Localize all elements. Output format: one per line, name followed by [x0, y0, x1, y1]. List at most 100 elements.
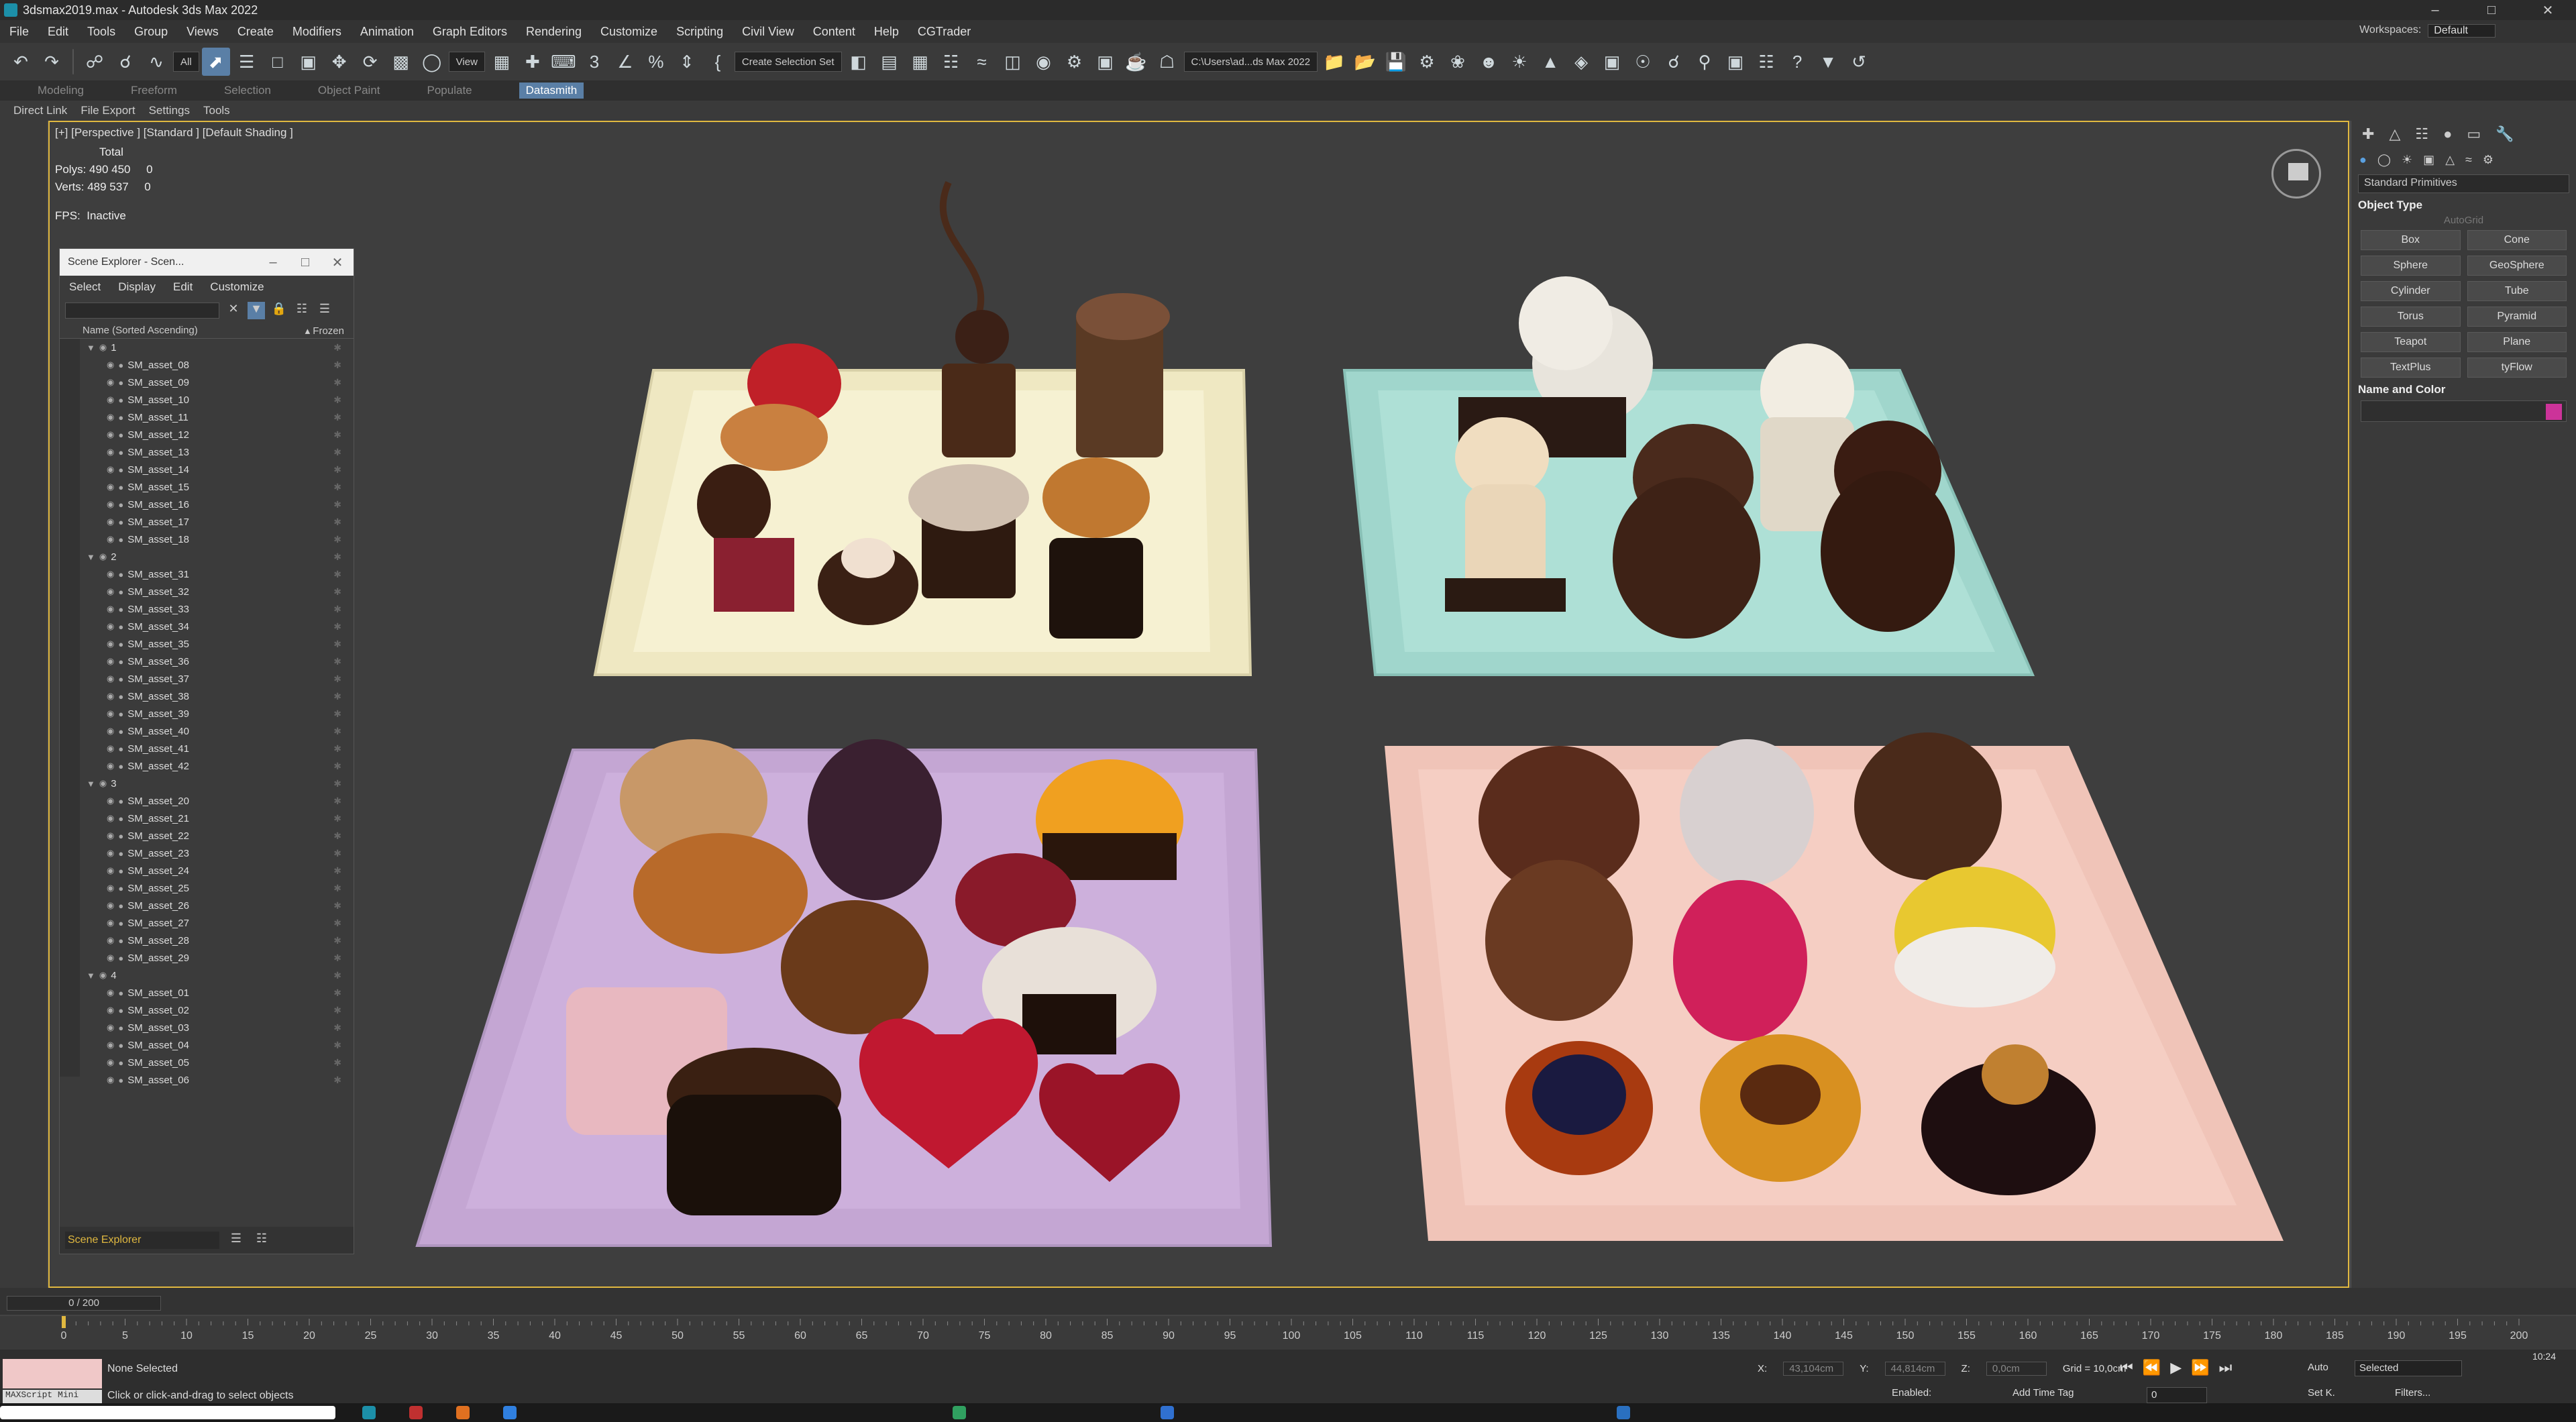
visibility-eye-icon[interactable]: ◉: [107, 952, 114, 963]
frozen-icon[interactable]: ✱: [333, 342, 341, 353]
cylinder-button[interactable]: Cylinder: [2361, 281, 2461, 301]
rendered-frame-icon[interactable]: ▣: [1091, 48, 1120, 76]
frozen-icon[interactable]: ✱: [333, 551, 341, 563]
visibility-eye-icon[interactable]: ◉: [99, 342, 107, 353]
frozen-icon[interactable]: ✱: [333, 691, 341, 702]
scene-explorer-titlebar[interactable]: Scene Explorer - Scen... – □ ✕: [60, 249, 354, 276]
visibility-eye-icon[interactable]: ◉: [107, 865, 114, 876]
scene-asset-row[interactable]: ◉ ● SM_asset_28 ✱: [60, 932, 354, 949]
frozen-icon[interactable]: ✱: [333, 761, 341, 772]
column-frozen-header[interactable]: ▴ Frozen: [305, 325, 344, 337]
teapot-button[interactable]: Teapot: [2361, 332, 2461, 352]
current-frame-field[interactable]: 0: [2147, 1387, 2207, 1403]
add-time-tag-button[interactable]: Add Time Tag: [2012, 1387, 2074, 1399]
scene-asset-row[interactable]: ◉ ● SM_asset_16 ✱: [60, 496, 354, 513]
menu-scripting[interactable]: Scripting: [667, 25, 733, 39]
curve-editor-icon[interactable]: ≈: [968, 48, 996, 76]
visibility-eye-icon[interactable]: ◉: [107, 394, 114, 405]
tools-button[interactable]: Tools: [203, 104, 230, 117]
visibility-eye-icon[interactable]: ◉: [107, 813, 114, 824]
geosphere-button[interactable]: GeoSphere: [2467, 256, 2567, 276]
visibility-eye-icon[interactable]: ◉: [107, 673, 114, 684]
frozen-icon[interactable]: ✱: [333, 360, 341, 371]
percent-snap-icon[interactable]: %: [642, 48, 670, 76]
renderable-icon[interactable]: ●: [118, 447, 123, 457]
ribbon-tab-datasmith[interactable]: Datasmith: [519, 83, 584, 99]
menu-edit[interactable]: Edit: [38, 25, 78, 39]
frozen-icon[interactable]: ✱: [333, 813, 341, 824]
create-selection-set-dropdown[interactable]: Create Selection Set: [734, 52, 842, 72]
tool-i-icon[interactable]: ☌: [1660, 48, 1688, 76]
frozen-icon[interactable]: ✱: [333, 883, 341, 894]
frozen-icon[interactable]: ✱: [333, 656, 341, 667]
link-icon[interactable]: ☍: [80, 48, 109, 76]
menu-cgtrader[interactable]: CGTrader: [908, 25, 980, 39]
display-tab-icon[interactable]: ▭: [2467, 125, 2481, 143]
visibility-eye-icon[interactable]: ◉: [107, 1005, 114, 1016]
frozen-icon[interactable]: ✱: [333, 516, 341, 528]
spacewarps-icon[interactable]: ≈: [2465, 153, 2472, 167]
visibility-eye-icon[interactable]: ◉: [107, 377, 114, 388]
tool-g-icon[interactable]: ▣: [1598, 48, 1626, 76]
scene-asset-row[interactable]: ◉ ● SM_asset_33 ✱: [60, 600, 354, 618]
renderable-icon[interactable]: ●: [118, 814, 123, 824]
footer-hierarchy-icon[interactable]: ☷: [253, 1232, 270, 1249]
visibility-eye-icon[interactable]: ◉: [107, 656, 114, 667]
renderable-icon[interactable]: ●: [118, 918, 123, 928]
menu-customize[interactable]: Customize: [591, 25, 667, 39]
taskbar-search-box[interactable]: [0, 1406, 335, 1419]
ribbon-tab-object-paint[interactable]: Object Paint: [318, 84, 380, 97]
select-manipulate-icon[interactable]: ✚: [519, 48, 547, 76]
frozen-icon[interactable]: ✱: [333, 918, 341, 929]
plugin-icon[interactable]: ▼: [1814, 48, 1842, 76]
scene-asset-row[interactable]: ◉ ● SM_asset_39 ✱: [60, 705, 354, 722]
renderable-icon[interactable]: ●: [118, 849, 123, 859]
renderable-icon[interactable]: ●: [118, 883, 123, 893]
visibility-eye-icon[interactable]: ◉: [107, 639, 114, 649]
renderable-icon[interactable]: ●: [118, 1005, 123, 1016]
open-folder-icon[interactable]: 📂: [1351, 48, 1379, 76]
frozen-icon[interactable]: ✱: [333, 482, 341, 493]
torus-button[interactable]: Torus: [2361, 307, 2461, 327]
scene-asset-row[interactable]: ◉ ● SM_asset_37 ✱: [60, 670, 354, 688]
visibility-eye-icon[interactable]: ◉: [107, 516, 114, 527]
frozen-icon[interactable]: ✱: [333, 708, 341, 720]
geometry-icon[interactable]: ●: [2359, 153, 2367, 167]
frozen-icon[interactable]: ✱: [333, 394, 341, 406]
frozen-icon[interactable]: ✱: [333, 848, 341, 859]
file-export-button[interactable]: File Export: [80, 104, 135, 117]
renderable-icon[interactable]: ●: [118, 744, 123, 754]
select-object-icon[interactable]: ⬈: [201, 48, 230, 76]
auto-key-button[interactable]: Auto: [2308, 1362, 2328, 1373]
visibility-eye-icon[interactable]: ◉: [107, 1075, 114, 1085]
name-and-color-rollout[interactable]: Name and Color: [2358, 383, 2569, 396]
panel-maximize-icon[interactable]: □: [289, 249, 321, 276]
scene-asset-row[interactable]: ◉ ● SM_asset_04 ✱: [60, 1036, 354, 1054]
select-by-name-icon[interactable]: ☰: [233, 48, 261, 76]
scene-asset-row[interactable]: ◉ ● SM_asset_09 ✱: [60, 374, 354, 391]
frozen-icon[interactable]: ✱: [333, 639, 341, 650]
time-cursor[interactable]: [62, 1316, 66, 1328]
tube-button[interactable]: Tube: [2467, 281, 2567, 301]
scene-asset-row[interactable]: ◉ ● SM_asset_08 ✱: [60, 356, 354, 374]
ribbon-tab-modeling[interactable]: Modeling: [38, 84, 84, 97]
taskbar-app-icon[interactable]: [362, 1406, 376, 1419]
schematic-view-icon[interactable]: ◫: [999, 48, 1027, 76]
frozen-icon[interactable]: ✱: [333, 673, 341, 685]
tool-d-icon[interactable]: ☀: [1505, 48, 1534, 76]
selection-filter-dropdown[interactable]: All: [173, 52, 199, 72]
scene-asset-row[interactable]: ◉ ● SM_asset_25 ✱: [60, 879, 354, 897]
maxscript-mini-listener[interactable]: MAXScript Mini: [3, 1390, 102, 1403]
lock-icon[interactable]: 🔒: [270, 302, 288, 319]
frozen-icon[interactable]: ✱: [333, 778, 341, 789]
frozen-icon[interactable]: ✱: [333, 377, 341, 388]
layer-explorer-icon[interactable]: ▦: [906, 48, 934, 76]
panel-minimize-icon[interactable]: –: [257, 249, 289, 276]
maximize-icon[interactable]: □: [2463, 0, 2520, 20]
align-icon[interactable]: ▤: [875, 48, 904, 76]
scene-asset-row[interactable]: ◉ ● SM_asset_12 ✱: [60, 426, 354, 443]
menu-tools[interactable]: Tools: [78, 25, 125, 39]
menu-help[interactable]: Help: [865, 25, 908, 39]
snaps-toggle-icon[interactable]: 3: [580, 48, 608, 76]
create-tab-icon[interactable]: ✚: [2362, 125, 2374, 143]
